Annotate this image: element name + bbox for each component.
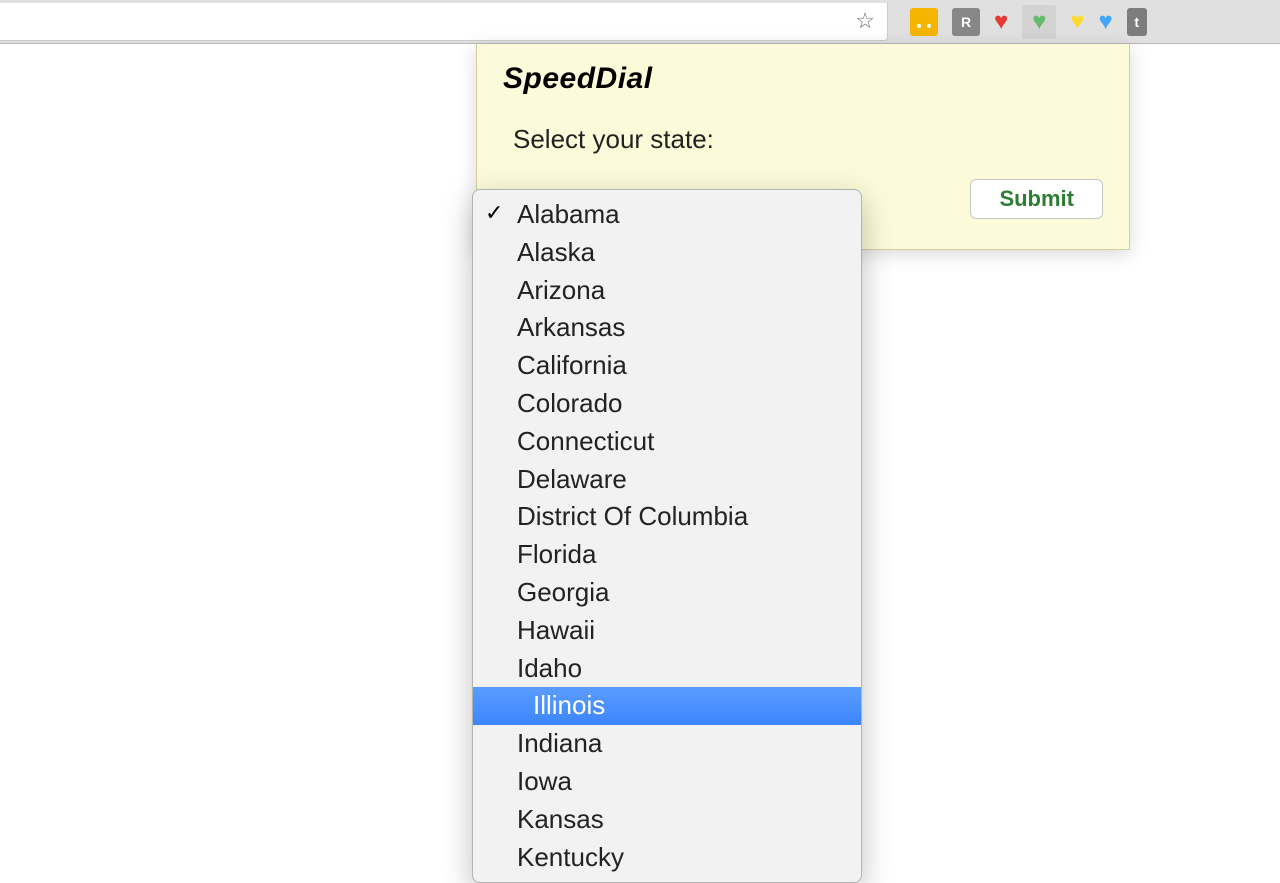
state-option[interactable]: Indiana bbox=[473, 725, 861, 763]
ext-heart-red-icon[interactable]: ♥ bbox=[994, 10, 1008, 34]
state-option[interactable]: Arizona bbox=[473, 272, 861, 310]
ext-heart-green-icon[interactable]: ♥ bbox=[1022, 5, 1056, 39]
ext-heart-yellow-icon[interactable]: ♥ bbox=[1070, 10, 1084, 34]
state-dropdown: AlabamaAlaskaArizonaArkansasCaliforniaCo… bbox=[472, 189, 862, 883]
state-option[interactable]: Hawaii bbox=[473, 612, 861, 650]
bookmark-star-icon[interactable]: ☆ bbox=[855, 8, 875, 34]
select-state-label: Select your state: bbox=[513, 124, 1103, 155]
state-option[interactable]: Alaska bbox=[473, 234, 861, 272]
ext-orange-icon[interactable] bbox=[910, 8, 938, 36]
state-option[interactable]: Florida bbox=[473, 536, 861, 574]
state-option[interactable]: Idaho bbox=[473, 650, 861, 688]
state-option[interactable]: California bbox=[473, 347, 861, 385]
ext-r-icon[interactable]: R bbox=[952, 8, 980, 36]
state-option[interactable]: Illinois bbox=[473, 687, 861, 725]
extension-icons: R ♥ ♥ ♥ ♥ t bbox=[910, 5, 1147, 39]
state-option[interactable]: Iowa bbox=[473, 763, 861, 801]
popup-title: SpeedDial bbox=[503, 62, 1103, 96]
ext-t-icon[interactable]: t bbox=[1127, 8, 1147, 36]
state-option[interactable]: Alabama bbox=[473, 196, 861, 234]
state-option[interactable]: District Of Columbia bbox=[473, 498, 861, 536]
submit-button[interactable]: Submit bbox=[970, 179, 1103, 219]
state-option[interactable]: Colorado bbox=[473, 385, 861, 423]
state-option[interactable]: Kentucky bbox=[473, 839, 861, 877]
address-bar[interactable]: ☆ bbox=[0, 3, 888, 41]
browser-toolbar: ☆ R ♥ ♥ ♥ ♥ t bbox=[0, 0, 1280, 44]
state-option[interactable]: Connecticut bbox=[473, 423, 861, 461]
state-option[interactable]: Kansas bbox=[473, 801, 861, 839]
ext-heart-blue-icon[interactable]: ♥ bbox=[1099, 10, 1113, 34]
state-option[interactable]: Georgia bbox=[473, 574, 861, 612]
state-option[interactable]: Arkansas bbox=[473, 309, 861, 347]
state-option[interactable]: Delaware bbox=[473, 461, 861, 499]
